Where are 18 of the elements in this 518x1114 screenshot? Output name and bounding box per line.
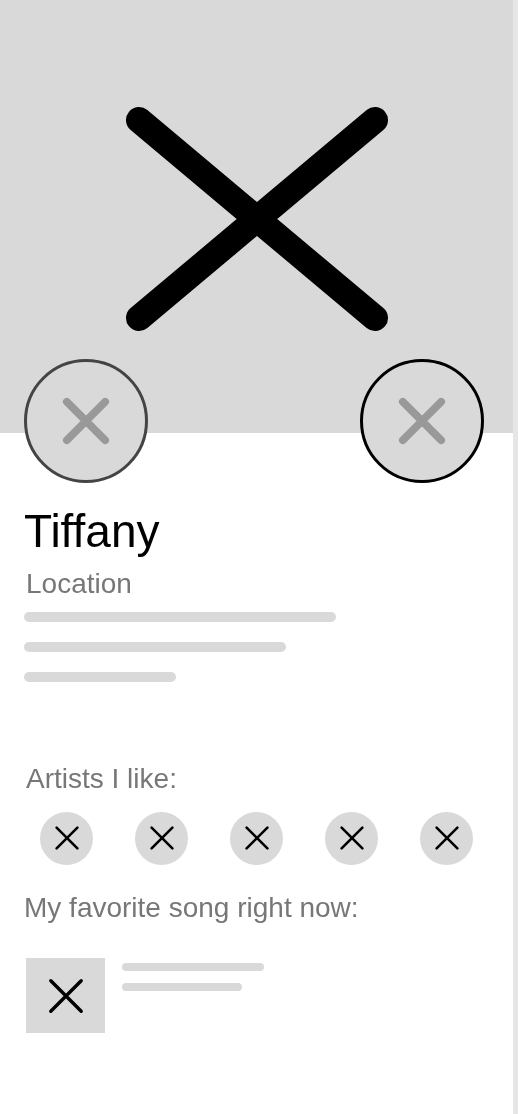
artist-avatar[interactable] (135, 811, 188, 865)
artist-avatar[interactable] (420, 811, 473, 865)
cross-icon (53, 825, 80, 852)
location-text: Location (26, 566, 133, 601)
cross-icon (338, 825, 365, 852)
cross-icon (125, 106, 389, 332)
section-title: My favorite song right now: (24, 890, 360, 925)
artist-avatar[interactable] (325, 811, 378, 865)
cross-icon (148, 825, 175, 852)
cross-icon (398, 397, 446, 445)
cross-icon (46, 976, 85, 1015)
section-title: Artists I like: (26, 762, 178, 796)
artist-avatar[interactable] (230, 811, 283, 865)
cross-icon (433, 825, 460, 852)
cross-icon (243, 825, 270, 852)
artist-avatar[interactable] (40, 811, 93, 865)
cross-icon (62, 397, 110, 445)
profile-name: Tiffany (24, 506, 161, 557)
